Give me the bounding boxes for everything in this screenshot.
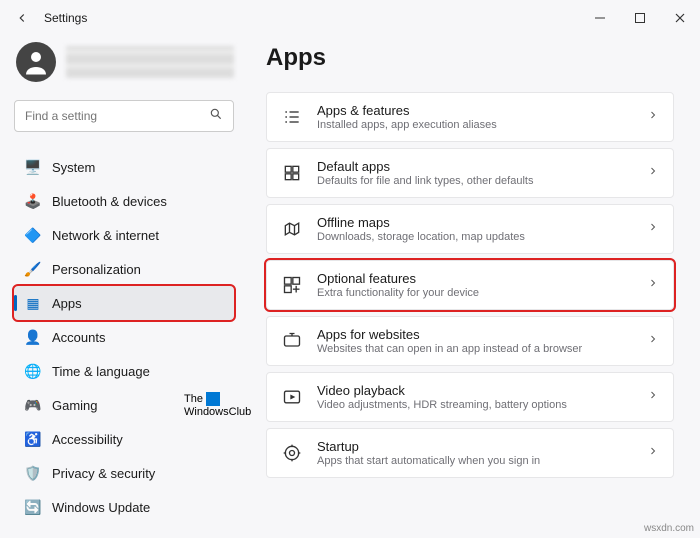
nav-label: Privacy & security (52, 466, 155, 481)
nav-label: Accounts (52, 330, 105, 345)
card-text: Apps & featuresInstalled apps, app execu… (317, 103, 633, 131)
card-title: Startup (317, 439, 633, 454)
nav-label: Bluetooth & devices (52, 194, 167, 209)
card-text: Apps for websitesWebsites that can open … (317, 327, 633, 355)
nav-icon: 🛡️ (24, 464, 42, 482)
card-icon (281, 162, 303, 184)
card-title: Offline maps (317, 215, 633, 230)
card-title: Apps for websites (317, 327, 633, 342)
nav-label: Network & internet (52, 228, 159, 243)
sidebar-item-windows-update[interactable]: 🔄 Windows Update (14, 490, 234, 524)
sidebar-item-apps[interactable]: ▦ Apps (14, 286, 234, 320)
card-video-playback[interactable]: Video playbackVideo adjustments, HDR str… (266, 372, 674, 422)
chevron-right-icon (647, 108, 659, 126)
card-text: StartupApps that start automatically whe… (317, 439, 633, 467)
sidebar-item-accounts[interactable]: 👤 Accounts (14, 320, 234, 354)
nav-icon: 🎮 (24, 396, 42, 414)
card-icon (281, 218, 303, 240)
nav-icon: 🕹️ (24, 192, 42, 210)
chevron-right-icon (647, 444, 659, 462)
sidebar-item-network-internet[interactable]: 🔷 Network & internet (14, 218, 234, 252)
nav-label: Apps (52, 296, 82, 311)
nav-label: Personalization (52, 262, 141, 277)
card-apps-for-websites[interactable]: Apps for websitesWebsites that can open … (266, 316, 674, 366)
nav-label: Windows Update (52, 500, 150, 515)
card-subtitle: Downloads, storage location, map updates (317, 231, 633, 243)
maximize-button[interactable] (620, 4, 660, 32)
watermark: The WindowsClub (184, 392, 251, 419)
back-button[interactable] (10, 6, 34, 30)
card-title: Default apps (317, 159, 633, 174)
nav-icon: 🖥️ (24, 158, 42, 176)
card-title: Apps & features (317, 103, 633, 118)
sidebar-item-system[interactable]: 🖥️ System (14, 150, 234, 184)
nav-label: Time & language (52, 364, 150, 379)
card-default-apps[interactable]: Default appsDefaults for file and link t… (266, 148, 674, 198)
window-title: Settings (44, 11, 87, 25)
chevron-right-icon (647, 220, 659, 238)
card-text: Video playbackVideo adjustments, HDR str… (317, 383, 633, 411)
card-title: Optional features (317, 271, 633, 286)
nav-label: System (52, 160, 95, 175)
profile-name-blurred (66, 46, 234, 78)
nav-icon: ▦ (24, 294, 42, 312)
card-icon (281, 386, 303, 408)
sidebar-item-privacy-security[interactable]: 🛡️ Privacy & security (14, 456, 234, 490)
card-icon (281, 106, 303, 128)
card-subtitle: Installed apps, app execution aliases (317, 119, 633, 131)
chevron-right-icon (647, 164, 659, 182)
card-apps-features[interactable]: Apps & featuresInstalled apps, app execu… (266, 92, 674, 142)
nav-icon: 👤 (24, 328, 42, 346)
card-title: Video playback (317, 383, 633, 398)
sidebar-item-personalization[interactable]: 🖌️ Personalization (14, 252, 234, 286)
nav-icon: 🔄 (24, 498, 42, 516)
sidebar-item-bluetooth-devices[interactable]: 🕹️ Bluetooth & devices (14, 184, 234, 218)
avatar (16, 42, 56, 82)
search-icon (209, 107, 223, 126)
search-input[interactable] (25, 109, 209, 123)
window-controls (580, 4, 700, 32)
card-subtitle: Video adjustments, HDR streaming, batter… (317, 399, 633, 411)
card-subtitle: Websites that can open in an app instead… (317, 343, 633, 355)
card-text: Optional featuresExtra functionality for… (317, 271, 633, 299)
chevron-right-icon (647, 332, 659, 350)
chevron-right-icon (647, 388, 659, 406)
card-text: Offline mapsDownloads, storage location,… (317, 215, 633, 243)
nav-icon: ♿ (24, 430, 42, 448)
card-subtitle: Extra functionality for your device (317, 287, 633, 299)
card-text: Default appsDefaults for file and link t… (317, 159, 633, 187)
main-content: Apps Apps & featuresInstalled apps, app … (248, 36, 700, 538)
card-icon (281, 330, 303, 352)
nav-label: Accessibility (52, 432, 123, 447)
title-bar: Settings (0, 0, 700, 36)
sidebar: 🖥️ System 🕹️ Bluetooth & devices 🔷 Network & … (0, 36, 248, 538)
card-icon (281, 442, 303, 464)
logo-square-icon (206, 392, 220, 406)
page-title: Apps (266, 44, 674, 72)
nav-icon: 🔷 (24, 226, 42, 244)
card-subtitle: Apps that start automatically when you s… (317, 455, 633, 467)
chevron-right-icon (647, 276, 659, 294)
sidebar-item-accessibility[interactable]: ♿ Accessibility (14, 422, 234, 456)
nav-icon: 🖌️ (24, 260, 42, 278)
minimize-button[interactable] (580, 4, 620, 32)
card-subtitle: Defaults for file and link types, other … (317, 175, 633, 187)
nav-icon: 🌐 (24, 362, 42, 380)
card-offline-maps[interactable]: Offline mapsDownloads, storage location,… (266, 204, 674, 254)
card-icon (281, 274, 303, 296)
profile-section[interactable] (14, 42, 234, 82)
nav-label: Gaming (52, 398, 98, 413)
close-button[interactable] (660, 4, 700, 32)
corner-credit: wsxdn.com (644, 523, 694, 534)
card-optional-features[interactable]: Optional featuresExtra functionality for… (266, 260, 674, 310)
sidebar-item-time-language[interactable]: 🌐 Time & language (14, 354, 234, 388)
card-list: Apps & featuresInstalled apps, app execu… (266, 92, 674, 478)
search-box[interactable] (14, 100, 234, 132)
nav-list: 🖥️ System 🕹️ Bluetooth & devices 🔷 Network & … (14, 150, 234, 524)
card-startup[interactable]: StartupApps that start automatically whe… (266, 428, 674, 478)
